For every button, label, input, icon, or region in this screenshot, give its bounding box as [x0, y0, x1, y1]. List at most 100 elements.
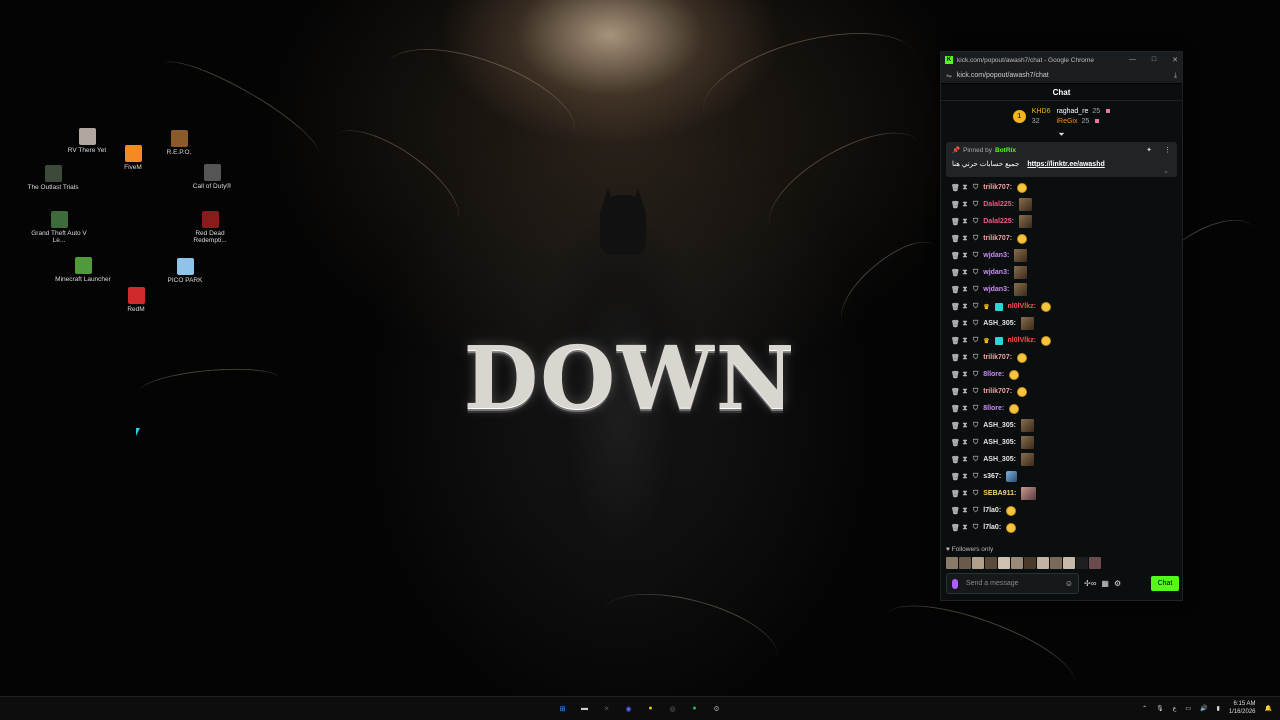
desktop-icon-minecraft[interactable]: Minecraft Launcher	[53, 257, 113, 283]
discord-taskbar-icon[interactable]: ◉	[622, 702, 635, 715]
notifications-icon[interactable]: 🔔	[1265, 705, 1272, 712]
url-text[interactable]: kick.com/popout/awash7/chat	[957, 72, 1049, 79]
delete-message-icon[interactable]: 🗑	[951, 201, 960, 209]
chrome-taskbar-icon[interactable]: ●	[644, 702, 657, 715]
pinned-by-user[interactable]: BotRix	[995, 147, 1016, 154]
ban-shield-icon[interactable]: ⛉	[973, 235, 978, 243]
delete-message-icon[interactable]: 🗑	[951, 439, 960, 447]
chat-message[interactable]: 🗑 ⧗ ⛉ l7la0:	[951, 502, 1182, 519]
unpin-icon[interactable]: ✦	[1146, 146, 1152, 154]
timeout-icon[interactable]: ⧗	[962, 388, 968, 396]
chat-message[interactable]: 🗑 ⧗ ⛉ trilik707:	[951, 179, 1182, 196]
emote-icon[interactable]	[1020, 317, 1034, 330]
chat-message[interactable]: 🗑 ⧗ ⛉ ♛ nl0lVlkz:	[951, 332, 1182, 349]
chat-username[interactable]: trilik707:	[983, 354, 1012, 361]
maximize-button[interactable]: □	[1152, 56, 1156, 64]
timeout-icon[interactable]: ⧗	[962, 337, 968, 345]
desktop-icon-red-dead[interactable]: Red Dead Redempti...	[180, 211, 240, 244]
delete-message-icon[interactable]: 🗑	[951, 303, 960, 311]
chat-message[interactable]: 🗑 ⧗ ⛉ ASH_305:	[951, 417, 1182, 434]
chat-message[interactable]: 🗑 ⧗ ⛉ 8llore:	[951, 400, 1182, 417]
timeout-icon[interactable]: ⧗	[962, 524, 968, 532]
delete-message-icon[interactable]: 🗑	[951, 218, 960, 226]
ban-shield-icon[interactable]: ⛉	[973, 303, 978, 311]
chat-message[interactable]: 🗑 ⧗ ⛉ ♛ nl0lVlkz:	[951, 298, 1182, 315]
timeout-icon[interactable]: ⧗	[962, 371, 968, 379]
timeout-icon[interactable]: ⧗	[962, 354, 968, 362]
desktop-icon-outlast[interactable]: The Outlast Trials	[23, 165, 83, 191]
language-indicator[interactable]: ع	[1173, 705, 1177, 712]
chat-username[interactable]: l7la0:	[983, 524, 1001, 531]
leaderboard-name[interactable]: iReGix	[1056, 118, 1077, 125]
chat-username[interactable]: wjdan3:	[983, 269, 1009, 276]
emote-icon[interactable]	[946, 557, 958, 569]
mic-icon[interactable]	[952, 578, 958, 589]
chat-username[interactable]: trilik707:	[983, 235, 1012, 242]
chat-username[interactable]: trilik707:	[983, 388, 1012, 395]
chat-username[interactable]: ASH_305:	[983, 439, 1016, 446]
emote-icon[interactable]	[1017, 352, 1028, 363]
chat-username[interactable]: nl0lVlkz:	[1008, 303, 1036, 310]
chat-username[interactable]: trilik707:	[983, 184, 1012, 191]
send-chat-button[interactable]: Chat	[1151, 576, 1179, 591]
timeout-icon[interactable]: ⧗	[962, 422, 968, 430]
chat-message[interactable]: 🗑 ⧗ ⛉ wjdan3:	[951, 247, 1182, 264]
battery-icon[interactable]: ▮	[1217, 705, 1220, 712]
chat-username[interactable]: Dalal225:	[983, 201, 1014, 208]
chat-username[interactable]: nl0lVlkz:	[1008, 337, 1036, 344]
emote-icon[interactable]	[1040, 335, 1051, 346]
emote-icon[interactable]	[959, 557, 971, 569]
emote-icon[interactable]	[972, 557, 984, 569]
desktop-icon-redm[interactable]: RedM	[106, 287, 166, 313]
delete-message-icon[interactable]: 🗑	[951, 524, 960, 532]
ban-shield-icon[interactable]: ⛉	[973, 507, 978, 515]
ban-shield-icon[interactable]: ⛉	[973, 286, 978, 294]
emote-icon[interactable]	[1020, 419, 1034, 432]
delete-message-icon[interactable]: 🗑	[951, 320, 960, 328]
desktop-icon-fivem[interactable]: FiveM	[103, 145, 163, 171]
emote-combo-icon[interactable]: ✢∞	[1084, 579, 1096, 588]
timeout-icon[interactable]: ⧗	[962, 286, 968, 294]
timeout-icon[interactable]: ⧗	[962, 184, 968, 192]
spotify-taskbar-icon[interactable]: ●	[688, 702, 701, 715]
emote-icon[interactable]	[1014, 283, 1028, 296]
delete-message-icon[interactable]: 🗑	[951, 490, 960, 498]
timeout-icon[interactable]: ⧗	[962, 303, 968, 311]
ban-shield-icon[interactable]: ⛉	[973, 473, 978, 481]
chat-message[interactable]: 🗑 ⧗ ⛉ trilik707:	[951, 230, 1182, 247]
emote-icon[interactable]	[1040, 301, 1051, 312]
chat-username[interactable]: wjdan3:	[983, 252, 1009, 259]
chat-username[interactable]: ASH_305:	[983, 422, 1016, 429]
leaderboard-name[interactable]: raghad_re	[1056, 108, 1088, 115]
ban-shield-icon[interactable]: ⛉	[973, 354, 978, 362]
timeout-icon[interactable]: ⧗	[962, 439, 968, 447]
emote-icon[interactable]	[1006, 522, 1017, 533]
delete-message-icon[interactable]: 🗑	[951, 456, 960, 464]
chat-username[interactable]: s367:	[983, 473, 1001, 480]
delete-message-icon[interactable]: 🗑	[951, 507, 960, 515]
xbox-taskbar-icon[interactable]: ✕	[600, 702, 613, 715]
emote-icon[interactable]	[1089, 557, 1101, 569]
timeout-icon[interactable]: ⧗	[962, 252, 968, 260]
timeout-icon[interactable]: ⧗	[962, 269, 968, 277]
minimize-button[interactable]: —	[1129, 56, 1136, 64]
ban-shield-icon[interactable]: ⛉	[973, 490, 978, 498]
chat-username[interactable]: wjdan3:	[983, 286, 1009, 293]
delete-message-icon[interactable]: 🗑	[951, 422, 960, 430]
settings-gear-icon[interactable]: ⚙	[1114, 579, 1121, 588]
ban-shield-icon[interactable]: ⛉	[973, 218, 978, 226]
address-bar[interactable]: ⇋ kick.com/popout/awash7/chat ⤓	[941, 68, 1182, 84]
desktop-icon-pico-park[interactable]: PICO PARK	[155, 258, 215, 284]
emote-icon[interactable]	[1024, 557, 1036, 569]
download-icon[interactable]: ⤓	[1174, 72, 1177, 80]
timeout-icon[interactable]: ⧗	[962, 235, 968, 243]
timeout-icon[interactable]: ⧗	[962, 473, 968, 481]
ban-shield-icon[interactable]: ⛉	[973, 252, 978, 260]
taskbar-clock[interactable]: 6:15 AM 1/16/2026	[1229, 700, 1256, 716]
delete-message-icon[interactable]: 🗑	[951, 337, 960, 345]
delete-message-icon[interactable]: 🗑	[951, 473, 960, 481]
close-button[interactable]: ✕	[1172, 56, 1178, 64]
emote-icon[interactable]	[1006, 471, 1018, 482]
ban-shield-icon[interactable]: ⛉	[973, 201, 978, 209]
delete-message-icon[interactable]: 🗑	[951, 388, 960, 396]
